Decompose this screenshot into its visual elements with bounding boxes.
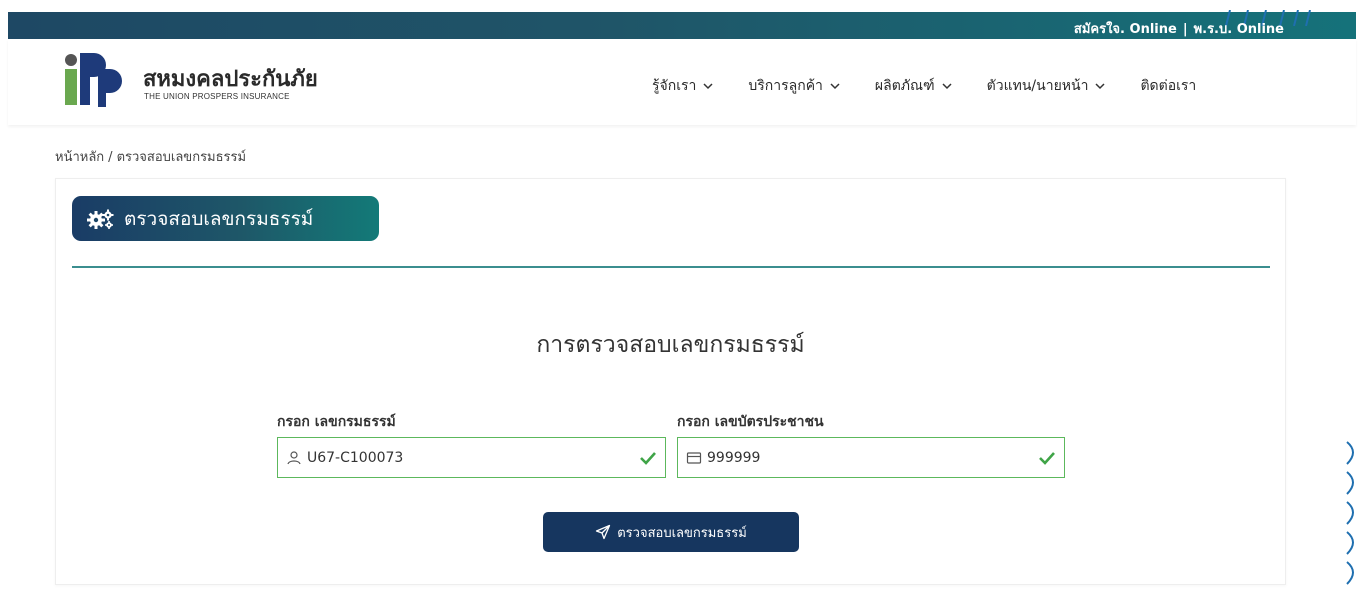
card-heading: ตรวจสอบเลขกรมธรรม์: [124, 207, 314, 230]
nav-item-label: ตัวแทน/นายหน้า: [986, 78, 1089, 94]
breadcrumb-separator: /: [108, 150, 113, 165]
id-card-value: 999999: [707, 449, 761, 466]
nav-item-contact[interactable]: ติดต่อเรา: [1140, 75, 1196, 97]
breadcrumb: หน้าหลัก / ตรวจสอบเลขกรมธรรม์: [55, 146, 246, 167]
policy-check-card: ตรวจสอบเลขกรมธรรม์ การตรวจสอบเลขกรมธรรม์…: [55, 178, 1286, 585]
policy-number-value: U67-C100073: [307, 449, 404, 466]
user-icon: [287, 450, 301, 464]
page: สมัครใจ. Online | พ.ร.บ. Online สหมงคลประก…: [0, 0, 1363, 594]
id-card-label: กรอก เลขบัตรประชาชน: [677, 414, 824, 430]
topbar-links: สมัครใจ. Online | พ.ร.บ. Online: [1074, 18, 1284, 39]
company-logo-icon[interactable]: [58, 49, 138, 107]
register-online-link[interactable]: สมัครใจ. Online: [1074, 22, 1177, 37]
nav-item-label: บริการลูกค้า: [748, 78, 823, 94]
brand-name-en: THE UNION PROSPERS INSURANCE: [144, 92, 290, 101]
nav-item-label: ติดต่อเรา: [1140, 78, 1197, 94]
decorative-arcs: [1346, 441, 1354, 585]
chevron-down-icon: [830, 83, 840, 90]
topbar-separator: |: [1182, 22, 1188, 37]
policy-number-label: กรอก เลขกรมธรรม์: [277, 414, 396, 430]
brand-name-th: สหมงคลประกันภัย: [143, 67, 318, 92]
policy-number-input[interactable]: U67-C100073: [277, 437, 666, 478]
compulsory-insurance-online-link[interactable]: พ.ร.บ. Online: [1194, 22, 1284, 37]
card-heading-badge: ตรวจสอบเลขกรมธรรม์: [72, 196, 379, 241]
nav-item-customer-service[interactable]: บริการลูกค้า: [748, 75, 841, 97]
nav-item-about[interactable]: รู้จักเรา: [652, 75, 714, 97]
check-policy-button[interactable]: ตรวจสอบเลขกรมธรรม์: [543, 512, 799, 552]
breadcrumb-current: ตรวจสอบเลขกรมธรรม์: [116, 150, 247, 165]
breadcrumb-home-link[interactable]: หน้าหลัก: [55, 150, 104, 165]
nav-item-label: รู้จักเรา: [652, 78, 697, 94]
site-header: สหมงคลประกันภัย THE UNION PROSPERS INSUR…: [8, 39, 1356, 125]
chevron-down-icon: [1095, 83, 1105, 90]
chevron-down-icon: [703, 83, 713, 90]
nav-item-agents[interactable]: ตัวแทน/นายหน้า: [987, 75, 1107, 97]
send-icon: [596, 524, 611, 540]
nav-item-products[interactable]: ผลิตภัณฑ์: [875, 75, 953, 97]
nav-item-label: ผลิตภัณฑ์: [874, 78, 935, 94]
top-bar: สมัครใจ. Online | พ.ร.บ. Online: [8, 10, 1356, 39]
divider: [72, 266, 1270, 268]
main-nav: รู้จักเรา บริการลูกค้า ผลิตภัณฑ์ ตัวแทน/…: [652, 75, 1196, 97]
id-card-icon: [686, 451, 702, 464]
gears-icon: [87, 209, 114, 229]
valid-check-icon: [640, 451, 656, 465]
chevron-down-icon: [942, 83, 952, 90]
form-title: การตรวจสอบเลขกรมธรรม์: [536, 332, 805, 358]
valid-check-icon: [1039, 451, 1055, 465]
check-policy-button-label: ตรวจสอบเลขกรมธรรม์: [617, 525, 747, 541]
id-card-input[interactable]: 999999: [677, 437, 1065, 478]
